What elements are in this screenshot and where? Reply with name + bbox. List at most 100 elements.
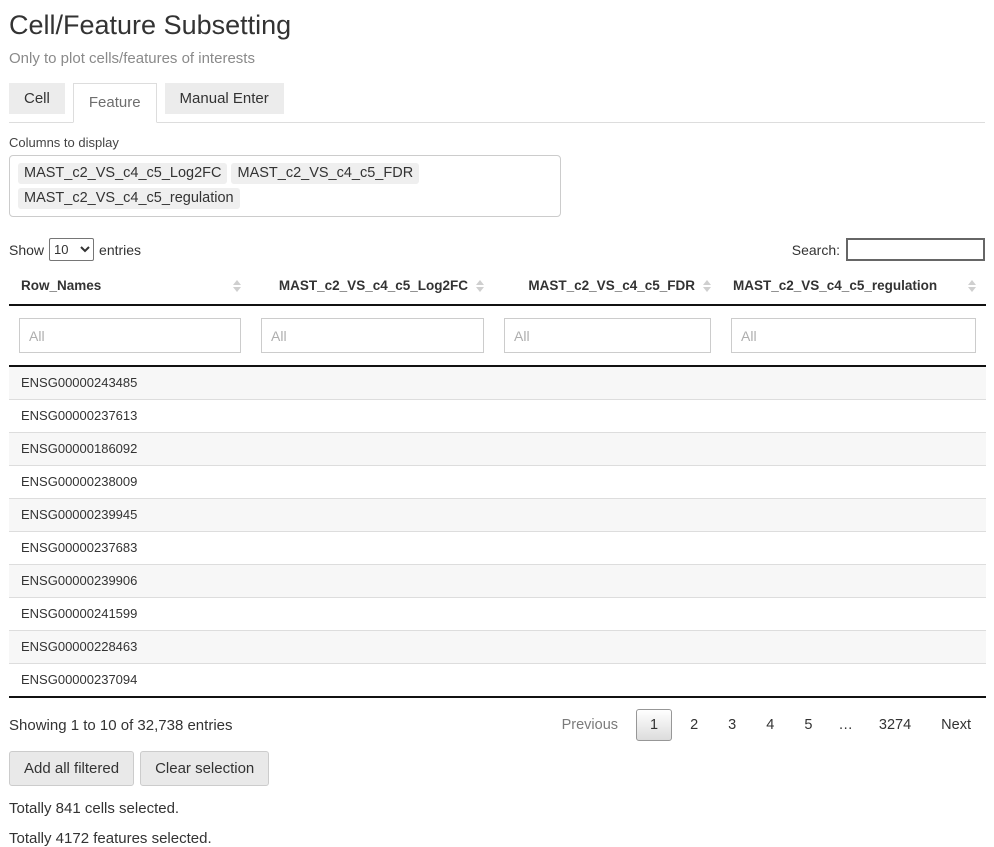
- cell-row-name: ENSG00000237683: [9, 532, 251, 565]
- cell-value: [494, 466, 721, 499]
- table-row[interactable]: ENSG00000237613: [9, 400, 986, 433]
- cell-value: [721, 532, 986, 565]
- cell-value: [494, 400, 721, 433]
- cell-value: [721, 598, 986, 631]
- pagination-page-3274[interactable]: 3274: [867, 710, 923, 740]
- table-row[interactable]: ENSG00000228463: [9, 631, 986, 664]
- pagination: Previous12345…3274Next: [547, 709, 986, 741]
- cell-value: [251, 664, 494, 698]
- cell-row-name: ENSG00000237613: [9, 400, 251, 433]
- cell-value: [251, 466, 494, 499]
- cell-value: [721, 466, 986, 499]
- datatable-footer: Showing 1 to 10 of 32,738 entries Previo…: [9, 709, 986, 741]
- cell-value: [251, 532, 494, 565]
- selected-column-tag[interactable]: MAST_c2_VS_c4_c5_regulation: [18, 188, 240, 209]
- cell-value: [494, 499, 721, 532]
- column-header-mast-c2-vs-c4-c5-fdr[interactable]: MAST_c2_VS_c4_c5_FDR: [494, 269, 721, 305]
- sort-icon[interactable]: [233, 280, 241, 292]
- pagination-ellipsis: …: [830, 710, 861, 740]
- clear-selection-button[interactable]: Clear selection: [140, 751, 269, 786]
- cell-row-name: ENSG00000239906: [9, 565, 251, 598]
- selected-column-tag[interactable]: MAST_c2_VS_c4_c5_Log2FC: [18, 163, 227, 184]
- table-row[interactable]: ENSG00000239906: [9, 565, 986, 598]
- cell-row-name: ENSG00000228463: [9, 631, 251, 664]
- page-length-control: Show 10 entries: [9, 238, 141, 261]
- column-header-label: MAST_c2_VS_c4_c5_Log2FC: [279, 278, 468, 293]
- columns-to-display-group: Columns to display MAST_c2_VS_c4_c5_Log2…: [9, 135, 985, 217]
- cell-value: [251, 499, 494, 532]
- cell-value: [721, 565, 986, 598]
- cell-row-name: ENSG00000243485: [9, 366, 251, 400]
- search-input[interactable]: [846, 238, 985, 261]
- columns-to-display-label: Columns to display: [9, 135, 985, 150]
- table-header-row: Row_Names MAST_c2_VS_c4_c5_Log2FC MAST_c2_…: [9, 269, 986, 305]
- cell-row-name: ENSG00000237094: [9, 664, 251, 698]
- cell-value: [494, 433, 721, 466]
- datatable-controls: Show 10 entries Search:: [9, 238, 985, 261]
- tab-feature[interactable]: Feature: [73, 83, 157, 123]
- table-info: Showing 1 to 10 of 32,738 entries: [9, 717, 233, 734]
- features-table: Row_Names MAST_c2_VS_c4_c5_Log2FC MAST_c2_…: [9, 269, 986, 698]
- table-row[interactable]: ENSG00000237094: [9, 664, 986, 698]
- table-row[interactable]: ENSG00000243485: [9, 366, 986, 400]
- column-header-row-names[interactable]: Row_Names: [9, 269, 251, 305]
- pagination-page-1[interactable]: 1: [636, 709, 672, 741]
- column-filter-mast-c2-vs-c4-c5-log2fc[interactable]: [261, 318, 484, 353]
- column-filter-mast-c2-vs-c4-c5-regulation[interactable]: [731, 318, 976, 353]
- features-selected-status: Totally 4172 features selected.: [9, 830, 985, 847]
- cell-value: [494, 598, 721, 631]
- sort-icon[interactable]: [476, 280, 484, 292]
- tab-manual-enter[interactable]: Manual Enter: [165, 83, 284, 114]
- cell-row-name: ENSG00000241599: [9, 598, 251, 631]
- cell-row-name: ENSG00000238009: [9, 466, 251, 499]
- table-row[interactable]: ENSG00000239945: [9, 499, 986, 532]
- cell-value: [721, 631, 986, 664]
- cell-value: [251, 565, 494, 598]
- table-filter-row: [9, 305, 986, 366]
- cell-value: [721, 400, 986, 433]
- tab-bar: Cell Feature Manual Enter: [9, 83, 985, 123]
- page-title: Cell/Feature Subsetting: [9, 10, 985, 41]
- pagination-page-5[interactable]: 5: [792, 710, 824, 740]
- cell-row-name: ENSG00000186092: [9, 433, 251, 466]
- cells-selected-status: Totally 841 cells selected.: [9, 800, 985, 817]
- pagination-page-4[interactable]: 4: [754, 710, 786, 740]
- sort-icon[interactable]: [703, 280, 711, 292]
- selected-column-tag[interactable]: MAST_c2_VS_c4_c5_FDR: [231, 163, 419, 184]
- columns-select[interactable]: MAST_c2_VS_c4_c5_Log2FCMAST_c2_VS_c4_c5_…: [9, 155, 561, 217]
- pagination-page-2[interactable]: 2: [678, 710, 710, 740]
- page-container: Cell/Feature Subsetting Only to plot cel…: [0, 0, 994, 847]
- table-row[interactable]: ENSG00000241599: [9, 598, 986, 631]
- show-label: Show: [9, 242, 44, 258]
- cell-value: [251, 400, 494, 433]
- column-filter-mast-c2-vs-c4-c5-fdr[interactable]: [504, 318, 711, 353]
- cell-value: [251, 598, 494, 631]
- cell-value: [721, 499, 986, 532]
- next-button[interactable]: Next: [929, 710, 983, 740]
- action-buttons: Add all filtered Clear selection: [9, 751, 985, 786]
- page-length-select[interactable]: 10: [49, 238, 94, 261]
- cell-value: [494, 565, 721, 598]
- page-subtitle: Only to plot cells/features of interests: [9, 50, 985, 67]
- table-row[interactable]: ENSG00000186092: [9, 433, 986, 466]
- cell-value: [721, 433, 986, 466]
- search-control: Search:: [792, 238, 985, 261]
- tab-cell[interactable]: Cell: [9, 83, 65, 114]
- previous-button[interactable]: Previous: [550, 710, 630, 740]
- column-header-mast-c2-vs-c4-c5-log2fc[interactable]: MAST_c2_VS_c4_c5_Log2FC: [251, 269, 494, 305]
- table-row[interactable]: ENSG00000238009: [9, 466, 986, 499]
- column-header-label: MAST_c2_VS_c4_c5_regulation: [733, 278, 937, 293]
- add-all-filtered-button[interactable]: Add all filtered: [9, 751, 134, 786]
- column-header-label: Row_Names: [21, 278, 101, 293]
- cell-value: [721, 664, 986, 698]
- cell-value: [251, 631, 494, 664]
- pagination-page-3[interactable]: 3: [716, 710, 748, 740]
- sort-icon[interactable]: [968, 280, 976, 292]
- cell-value: [494, 532, 721, 565]
- column-header-mast-c2-vs-c4-c5-regulation[interactable]: MAST_c2_VS_c4_c5_regulation: [721, 269, 986, 305]
- table-row[interactable]: ENSG00000237683: [9, 532, 986, 565]
- column-filter-row-names[interactable]: [19, 318, 241, 353]
- cell-value: [494, 631, 721, 664]
- cell-value: [251, 366, 494, 400]
- entries-label: entries: [99, 242, 141, 258]
